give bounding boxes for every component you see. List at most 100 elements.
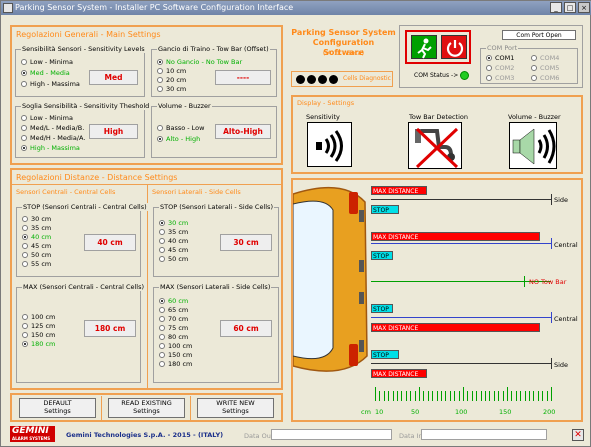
scale-tick	[480, 391, 482, 401]
stop-central-title: STOP (Sensori Centrali - Central Cells)	[22, 203, 148, 211]
stop-side-option[interactable]: 35 cm	[159, 228, 188, 236]
threshold-option[interactable]: Low - Minima	[21, 114, 73, 122]
max-side-option[interactable]: 75 cm	[159, 324, 188, 332]
app-version: (V0.1 - Beta)	[322, 49, 365, 57]
scale-tick	[502, 391, 504, 401]
minimize-button[interactable]: _	[550, 2, 562, 13]
max-central-option[interactable]: 180 cm	[22, 340, 55, 348]
scale-tick	[445, 391, 447, 401]
com-port-group: COM Port COM1 COM2 COM3 COM4 COM5 COM6	[480, 44, 578, 84]
distance-diagram-panel: MAX DISTANCE STOP Side MAX DISTANCE STOP…	[291, 178, 583, 422]
scale-tick	[546, 391, 548, 401]
power-button[interactable]	[441, 35, 467, 59]
max-side-option[interactable]: 65 cm	[159, 306, 188, 314]
scale-label-100: 100	[455, 408, 468, 416]
stop-central-bottom-bar: STOP	[371, 304, 393, 313]
max-side-option[interactable]: 70 cm	[159, 315, 188, 323]
com-port-option[interactable]: COM1	[486, 54, 514, 62]
stop-side-option[interactable]: 30 cm	[159, 219, 188, 227]
towbar-group: Gancio di Traino - Tow Bar (Offset) No G…	[151, 45, 277, 97]
max-side-option[interactable]: 150 cm	[159, 351, 192, 359]
scale-tick	[551, 387, 552, 401]
stop-central-option[interactable]: 55 cm	[22, 260, 51, 268]
scale-tick	[498, 391, 500, 401]
scale-tick	[410, 391, 412, 401]
towbar-display-label: Tow Bar Detection	[409, 113, 468, 121]
exit-button[interactable]: ✕	[572, 429, 584, 441]
stop-side-option[interactable]: 50 cm	[159, 255, 188, 263]
stop-side-option[interactable]: 45 cm	[159, 246, 188, 254]
scale-tick	[529, 391, 530, 401]
max-side-option[interactable]: 180 cm	[159, 360, 192, 368]
sensitivity-value: Med	[89, 70, 138, 85]
threshold-value: High	[89, 124, 138, 139]
max-central-option[interactable]: 100 cm	[22, 313, 55, 321]
towbar-option[interactable]: 20 cm	[157, 76, 186, 84]
max-side-option[interactable]: 100 cm	[159, 342, 192, 350]
title-bar: Parking Sensor System - Installer PC Sof…	[1, 1, 591, 15]
sensitivity-option[interactable]: High - Massima	[21, 80, 80, 88]
scale-tick	[520, 391, 522, 401]
default-settings-button[interactable]: DEFAULT Settings	[19, 398, 96, 418]
buzzer-title: Volume - Buzzer	[157, 102, 212, 110]
write-settings-button[interactable]: WRITE NEW Settings	[197, 398, 274, 418]
scale-tick	[397, 391, 398, 401]
scale-tick	[449, 391, 451, 401]
com-port-option[interactable]: COM6	[531, 74, 559, 82]
scale-label-150: 150	[499, 408, 512, 416]
maximize-button[interactable]: □	[564, 2, 576, 13]
stop-central-option[interactable]: 45 cm	[22, 242, 51, 250]
max-central-option[interactable]: 125 cm	[22, 322, 55, 330]
stop-side-option[interactable]: 40 cm	[159, 237, 188, 245]
stop-central-group: STOP (Sensori Centrali - Central Cells) …	[16, 203, 148, 277]
central-top-end	[551, 238, 552, 249]
close-button[interactable]: ×	[578, 2, 590, 13]
read-settings-button[interactable]: READ EXISTING Settings	[108, 398, 185, 418]
towbar-option[interactable]: 30 cm	[157, 85, 186, 93]
scale-label-50: 50	[411, 408, 420, 416]
com-port-option[interactable]: COM3	[486, 74, 514, 82]
sensitivity-option[interactable]: Med - Media	[21, 69, 70, 77]
stop-central-option[interactable]: 40 cm	[22, 233, 51, 241]
threshold-option[interactable]: High - Massima	[21, 144, 80, 152]
data-in-label: Data In	[399, 432, 423, 440]
sensitivity-group: Sensibilità Sensori - Sensitivity Levels…	[15, 45, 146, 97]
distance-settings-panel: Regolazioni Distanze - Distance Settings…	[10, 168, 283, 390]
com-port-option[interactable]: COM5	[531, 64, 559, 72]
buzzer-option[interactable]: Basso - Low	[157, 124, 204, 132]
com-port-title: COM Port	[486, 44, 519, 52]
side-cells-header: Sensori Laterali - Side Cells	[152, 188, 241, 196]
sensitivity-option[interactable]: Low - Minima	[21, 58, 73, 66]
scale-label-10: 10	[375, 408, 384, 416]
buzzer-display-label: Volume - Buzzer	[508, 113, 561, 121]
run-button[interactable]	[411, 35, 437, 59]
threshold-option[interactable]: Med/H - Media/A.	[21, 134, 85, 142]
data-out-field[interactable]	[271, 429, 392, 440]
scale-tick	[511, 391, 513, 401]
connect-controls	[405, 30, 471, 64]
distance-settings-title: Regolazioni Distanze - Distance Settings	[16, 173, 178, 182]
max-side-option[interactable]: 80 cm	[159, 333, 188, 341]
towbar-option[interactable]: 10 cm	[157, 67, 186, 75]
com-port-option[interactable]: COM4	[531, 54, 559, 62]
scale-tick	[388, 391, 390, 401]
max-central-option[interactable]: 150 cm	[22, 331, 55, 339]
scale-tick	[379, 391, 381, 401]
stop-central-option[interactable]: 35 cm	[22, 224, 51, 232]
stop-central-option[interactable]: 50 cm	[22, 251, 51, 259]
scale-tick	[392, 391, 394, 401]
max-side-option[interactable]: 60 cm	[159, 297, 188, 305]
max-side-title: MAX (Sensori Laterali - Side Cells)	[159, 283, 272, 291]
data-in-field[interactable]	[421, 429, 547, 440]
scale-tick	[537, 391, 539, 401]
buzzer-option[interactable]: Alto - High	[157, 135, 200, 143]
towbar-option[interactable]: No Gancio - No Tow Bar	[157, 58, 242, 66]
window-title: Parking Sensor System - Installer PC Sof…	[15, 3, 294, 12]
scale-tick	[419, 387, 420, 401]
sensitivity-display-label: Sensitivity	[306, 113, 340, 121]
max-central-group: MAX (Sensori Centrali - Central Cells) 1…	[16, 283, 146, 383]
threshold-option[interactable]: Med/L - Media/B.	[21, 124, 84, 132]
stop-central-option[interactable]: 30 cm	[22, 215, 51, 223]
scale-tick	[463, 387, 464, 401]
com-port-option[interactable]: COM2	[486, 64, 514, 72]
